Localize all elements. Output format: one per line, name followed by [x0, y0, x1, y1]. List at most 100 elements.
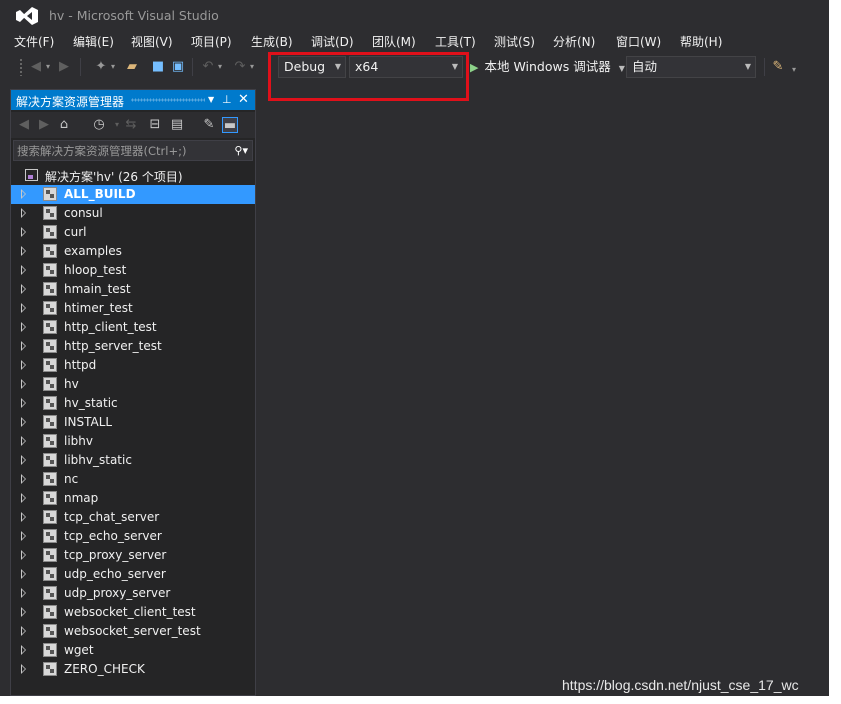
new-project-dropdown-icon[interactable]: ▾ [111, 59, 115, 75]
project-node[interactable]: hv [11, 375, 255, 394]
navigate-forward-icon[interactable]: ▶ [56, 59, 72, 75]
menu-team[interactable]: 团队(M) [372, 33, 416, 50]
expand-arrow-icon[interactable] [21, 246, 26, 256]
toolbar-options-icon[interactable]: ▾ [792, 62, 796, 78]
solution-node[interactable]: 解决方案'hv' (26 个项目) [11, 166, 255, 185]
search-input[interactable] [14, 141, 224, 160]
expand-arrow-icon[interactable] [21, 189, 26, 199]
expand-arrow-icon[interactable] [21, 341, 26, 351]
home-icon[interactable]: ⌂ [56, 117, 72, 133]
preview-selected-items-icon[interactable]: ▬ [222, 117, 238, 133]
expand-arrow-icon[interactable] [21, 626, 26, 636]
expand-arrow-icon[interactable] [21, 664, 26, 674]
project-node[interactable]: http_client_test [11, 318, 255, 337]
navigate-back-icon[interactable]: ◀ [28, 59, 44, 75]
navigate-back-dropdown-icon[interactable]: ▾ [46, 59, 50, 75]
expand-arrow-icon[interactable] [21, 417, 26, 427]
back-icon[interactable]: ◀ [16, 117, 32, 133]
save-all-icon[interactable]: ▣ [170, 59, 186, 75]
project-node[interactable]: libhv_static [11, 451, 255, 470]
project-node[interactable]: hmain_test [11, 280, 255, 299]
menu-help[interactable]: 帮助(H) [680, 33, 722, 50]
menu-debug[interactable]: 调试(D) [311, 33, 354, 50]
menu-edit[interactable]: 编辑(E) [73, 33, 114, 50]
expand-arrow-icon[interactable] [21, 284, 26, 294]
cpp-project-icon [43, 187, 57, 201]
new-project-icon[interactable]: ✦ [93, 59, 109, 75]
solution-explorer-search[interactable]: ⚲▾ [13, 140, 253, 161]
menu-analyze[interactable]: 分析(N) [553, 33, 595, 50]
project-node[interactable]: INSTALL [11, 413, 255, 432]
pending-changes-icon[interactable]: ◷ [91, 117, 107, 133]
header-grip[interactable] [131, 98, 205, 102]
project-node[interactable]: httpd [11, 356, 255, 375]
expand-arrow-icon[interactable] [21, 436, 26, 446]
project-node[interactable]: hv_static [11, 394, 255, 413]
find-in-files-icon[interactable]: ✎ [770, 59, 786, 75]
expand-arrow-icon[interactable] [21, 208, 26, 218]
expand-arrow-icon[interactable] [21, 512, 26, 522]
menu-test[interactable]: 测试(S) [494, 33, 535, 50]
project-node[interactable]: wget [11, 641, 255, 660]
expand-arrow-icon[interactable] [21, 265, 26, 275]
expand-arrow-icon[interactable] [21, 550, 26, 560]
expand-arrow-icon[interactable] [21, 474, 26, 484]
properties-icon[interactable]: ✎ [201, 117, 217, 133]
project-node[interactable]: ZERO_CHECK [11, 660, 255, 679]
menu-file[interactable]: 文件(F) [14, 33, 54, 50]
expand-arrow-icon[interactable] [21, 588, 26, 598]
expand-arrow-icon[interactable] [21, 322, 26, 332]
save-icon[interactable]: ■ [150, 59, 166, 75]
menu-build[interactable]: 生成(B) [251, 33, 293, 50]
undo-dropdown-icon[interactable]: ▾ [218, 59, 222, 75]
show-all-files-icon[interactable]: ▤ [169, 117, 185, 133]
expand-arrow-icon[interactable] [21, 531, 26, 541]
expand-arrow-icon[interactable] [21, 303, 26, 313]
project-node[interactable]: tcp_proxy_server [11, 546, 255, 565]
project-node[interactable]: consul [11, 204, 255, 223]
project-node[interactable]: nc [11, 470, 255, 489]
expand-arrow-icon[interactable] [21, 493, 26, 503]
project-label: libhv_static [64, 453, 132, 467]
project-node[interactable]: udp_proxy_server [11, 584, 255, 603]
redo-icon[interactable]: ↷ [232, 59, 248, 75]
expand-arrow-icon[interactable] [21, 455, 26, 465]
menu-project[interactable]: 项目(P) [191, 33, 232, 50]
start-debugging-button[interactable]: ▶ 本地 Windows 调试器 ▼ [470, 56, 625, 78]
project-node[interactable]: hloop_test [11, 261, 255, 280]
close-icon[interactable]: ✕ [238, 91, 249, 109]
expand-arrow-icon[interactable] [21, 360, 26, 370]
expand-arrow-icon[interactable] [21, 645, 26, 655]
project-node[interactable]: tcp_chat_server [11, 508, 255, 527]
open-file-icon[interactable]: ▰ [124, 59, 140, 75]
expand-arrow-icon[interactable] [21, 379, 26, 389]
collapse-all-icon[interactable]: ⊟ [147, 117, 163, 133]
window-position-dropdown-icon[interactable]: ▼ [208, 91, 214, 109]
menu-view[interactable]: 视图(V) [131, 33, 173, 50]
project-node[interactable]: htimer_test [11, 299, 255, 318]
project-node[interactable]: examples [11, 242, 255, 261]
project-node[interactable]: websocket_server_test [11, 622, 255, 641]
project-node[interactable]: curl [11, 223, 255, 242]
project-node[interactable]: http_server_test [11, 337, 255, 356]
expand-arrow-icon[interactable] [21, 227, 26, 237]
project-node[interactable]: ALL_BUILD [11, 185, 255, 204]
debug-mode-select[interactable]: 自动 ▼ [626, 56, 756, 78]
project-node[interactable]: tcp_echo_server [11, 527, 255, 546]
sync-active-document-icon[interactable]: ⇆ [123, 117, 139, 133]
expand-arrow-icon[interactable] [21, 569, 26, 579]
project-node[interactable]: libhv [11, 432, 255, 451]
forward-icon[interactable]: ▶ [36, 117, 52, 133]
expand-arrow-icon[interactable] [21, 607, 26, 617]
undo-icon[interactable]: ↶ [200, 59, 216, 75]
expand-arrow-icon[interactable] [21, 398, 26, 408]
project-node[interactable]: websocket_client_test [11, 603, 255, 622]
toolbar-grip[interactable] [19, 58, 23, 76]
menu-tools[interactable]: 工具(T) [435, 33, 476, 50]
project-node[interactable]: nmap [11, 489, 255, 508]
menu-window[interactable]: 窗口(W) [616, 33, 661, 50]
pin-icon[interactable]: ⊥ [222, 91, 232, 109]
redo-dropdown-icon[interactable]: ▾ [250, 59, 254, 75]
project-node[interactable]: udp_echo_server [11, 565, 255, 584]
search-icon[interactable]: ⚲▾ [234, 142, 248, 159]
